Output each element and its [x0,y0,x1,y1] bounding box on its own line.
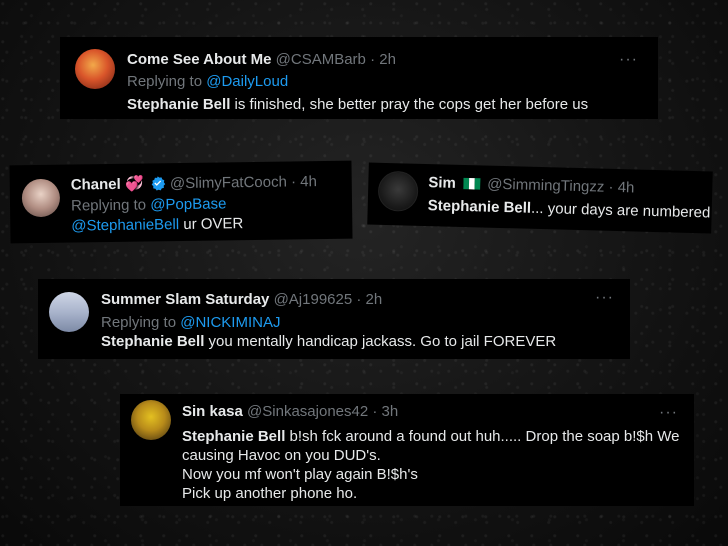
avatar-slimyfatcooch[interactable] [21,178,61,218]
replying-label: Replying to [70,196,147,215]
reply-mention-link[interactable]: @NICKIMINAJ [180,314,280,331]
tweet-header: Come See About Me @CSAMBarb · 2h [127,51,396,69]
nigeria-flag-icon [462,177,481,190]
user-handle[interactable]: @Sinkasajones42 [247,403,368,420]
replying-label: Replying to [101,314,177,331]
user-handle[interactable]: @SimmingTingzz [487,176,605,196]
bold-mention: Stephanie Bell [127,96,231,113]
user-handle[interactable]: @SlimyFatCooch [170,174,287,193]
display-name[interactable]: Sin kasa [182,403,243,420]
bold-mention: Stephanie Bell [427,197,532,217]
user-handle[interactable]: @CSAMBarb [276,51,366,68]
tweet-header: Summer Slam Saturday @Aj199625 · 2h [101,291,382,309]
tweet-text: @StephanieBell ur OVER [71,214,243,235]
tweet-text-line-2: causing Havoc on you DUD's. [182,447,381,464]
avatar-aj199625[interactable] [49,292,89,332]
timestamp[interactable]: · 3h [372,403,398,420]
bold-mention: Stephanie Bell [182,428,286,445]
body-mention-link[interactable]: @StephanieBell [71,216,179,235]
heart-emoji-icon: 💞 [124,175,144,193]
replying-to-line: Replying to @DailyLoud [127,73,288,90]
tweet-header: Sin kasa @Sinkasajones42 · 3h [182,403,398,421]
display-name[interactable]: Chanel [71,176,121,194]
replying-to-line: Replying to @NICKIMINAJ [101,314,280,331]
tweet-text-line-3: Now you mf won't play again B!$h's [182,466,418,483]
reply-mention-link[interactable]: @PopBase [150,195,226,213]
timestamp[interactable]: · 2h [370,51,396,68]
tweet-header: Chanel 💞 @SlimyFatCooch · 4h [71,173,317,194]
display-name[interactable]: Summer Slam Saturday [101,291,269,308]
tweet-text-rest: ur OVER [179,215,244,234]
timestamp[interactable]: · 2h [356,291,382,308]
display-name[interactable]: Come See About Me [127,51,271,68]
replying-to-line: Replying to @PopBase [71,195,227,214]
avatar-simmingtingzz[interactable] [377,170,419,212]
tweet-card-aj199625[interactable]: Summer Slam Saturday @Aj199625 · 2h ··· … [38,279,630,359]
more-options-icon[interactable]: ··· [659,405,678,421]
tweet-text-line-1: Stephanie Bell b!sh fck around a found o… [182,427,680,446]
reply-mention-link[interactable]: @DailyLoud [206,73,288,90]
display-name[interactable]: Sim [428,174,456,192]
more-options-icon[interactable]: ··· [595,290,614,306]
timestamp[interactable]: · 4h [608,179,634,197]
tweet-text: Stephanie Bell b!sh fck around a found o… [182,427,680,503]
tweet-card-sinkasajones42[interactable]: Sin kasa @Sinkasajones42 · 3h ··· Stepha… [120,394,694,506]
timestamp[interactable]: · 4h [291,173,317,190]
bold-mention: Stephanie Bell [101,333,205,350]
replying-label: Replying to [127,73,203,90]
user-handle[interactable]: @Aj199625 [274,291,353,308]
more-options-icon[interactable]: ··· [619,52,638,68]
tweet-card-slimyfatcooch[interactable]: Chanel 💞 @SlimyFatCooch · 4h Replying to… [9,160,353,244]
tweet-card-simmingtingzz[interactable]: Sim @SimmingTingzz · 4h Stephanie Bell..… [367,162,713,234]
tweet-text-rest: ... your days are numbered [530,199,711,222]
tweet-text-rest: you mentally handicap jackass. Go to jai… [204,333,557,350]
tweet-text: Stephanie Bell you mentally handicap jac… [101,332,556,351]
tweet-text-line-4: Pick up another phone ho. [182,485,358,502]
tweet-text: Stephanie Bell is finished, she better p… [127,95,588,114]
verified-badge-icon [151,176,166,191]
tweet-header: Sim @SimmingTingzz · 4h [428,174,634,197]
tweet-card-csambarb[interactable]: Come See About Me @CSAMBarb · 2h ··· Rep… [60,37,658,119]
tweet-text-rest: b!sh fck around a found out huh..... Dro… [285,428,680,445]
avatar-csambarb[interactable] [75,49,115,89]
avatar-sinkasajones42[interactable] [131,400,171,440]
tweet-text-rest: is finished, she better pray the cops ge… [230,96,589,113]
tweet-text: Stephanie Bell... your days are numbered [428,196,711,222]
